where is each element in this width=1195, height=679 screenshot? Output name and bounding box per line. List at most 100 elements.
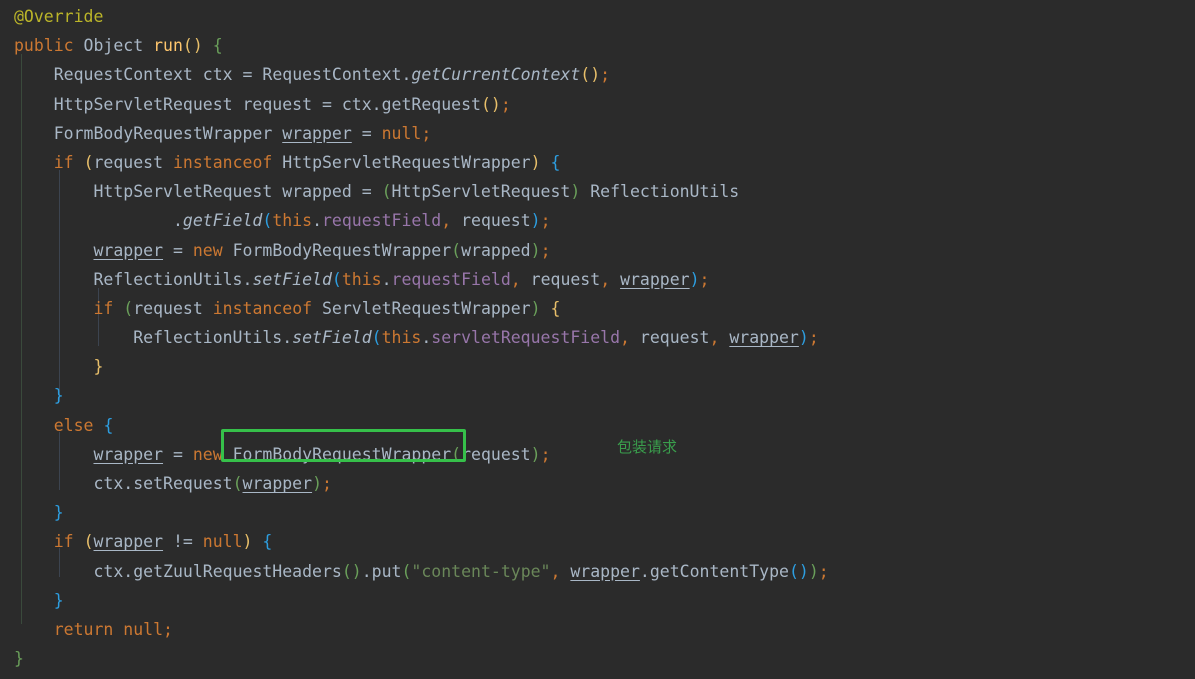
code-editor-view[interactable]: @Override public Object run() { RequestC… [0, 0, 1195, 679]
token-comma-3: , [600, 269, 611, 289]
code-line-10[interactable]: ReflectionUtils.setField(this.requestFie… [0, 265, 1195, 294]
code-line-4[interactable]: HttpServletRequest request = ctx.getRequ… [0, 90, 1195, 119]
code-line-17[interactable]: ctx.setRequest(wrapper); [0, 469, 1195, 498]
token-keyword-this-3: this [381, 328, 422, 348]
code-line-8[interactable]: .getField(this.requestField, request); [0, 206, 1195, 235]
code-line-13[interactable]: } [0, 352, 1195, 381]
token-var-request-7: request [461, 444, 531, 464]
token-paren-open: ( [83, 152, 94, 172]
token-method-getcontenttype: getContentType [649, 561, 789, 581]
token-comma-2: , [510, 269, 521, 289]
code-line-22[interactable]: return null; [0, 615, 1195, 644]
token-brace-close-2: } [53, 386, 64, 406]
token-class-formbodyrequestwrapper-3: FormBodyRequestWrapper [232, 444, 452, 464]
token-brace-close-5: } [14, 649, 24, 669]
token-class-httpservletrequest: HttpServletRequest [53, 94, 233, 114]
code-line-7[interactable]: HttpServletRequest wrapped = (HttpServle… [0, 177, 1195, 206]
token-field-requestfield: requestField [322, 211, 442, 231]
token-var-request-3: request [461, 211, 531, 231]
token-semicolon-3: ; [421, 123, 432, 143]
code-line-12[interactable]: ReflectionUtils.setField(this.servletReq… [0, 323, 1195, 352]
token-var-request: request [242, 94, 313, 114]
token-cast-paren-open: ( [381, 182, 392, 202]
token-keyword-null-2: null [202, 532, 243, 552]
token-var-ctx-3: ctx [93, 474, 124, 493]
token-var-wrapper-8: wrapper [570, 561, 640, 581]
token-brace-open-5: { [262, 532, 273, 552]
token-class-reflectionutils-3: ReflectionUtils [133, 328, 283, 348]
token-var-request-6: request [639, 328, 710, 348]
token-method-setfield: setField [252, 269, 332, 289]
token-paren-9-open: ( [451, 444, 462, 464]
token-paren-8-close: ) [798, 328, 809, 348]
token-var-request-4: request [530, 269, 601, 289]
token-paren-6-open: ( [331, 269, 342, 289]
token-keyword-return: return [53, 619, 114, 639]
token-semicolon-4: ; [540, 211, 551, 231]
token-paren-11-open: ( [83, 532, 94, 552]
code-line-21[interactable]: } [0, 586, 1195, 615]
code-line-9[interactable]: wrapper = new FormBodyRequestWrapper(wra… [0, 236, 1195, 265]
token-comma-6: , [550, 561, 561, 581]
code-lines-container[interactable]: @Override public Object run() { RequestC… [0, 0, 1195, 679]
token-paren-2: () [580, 65, 601, 85]
token-space-3 [203, 36, 213, 55]
token-field-requestfield-2: requestField [391, 269, 511, 289]
token-paren-8-open: ( [371, 328, 382, 348]
token-paren-4-close: ) [530, 211, 541, 231]
token-keyword-this-2: this [341, 269, 382, 289]
token-brace-close-4: } [53, 590, 64, 610]
code-line-2[interactable]: public Object run() { [0, 31, 1195, 60]
token-paren-14: () [788, 561, 809, 581]
token-semicolon-8: ; [540, 444, 551, 464]
token-semicolon-11: ; [163, 619, 173, 639]
code-line-18[interactable]: } [0, 498, 1195, 527]
token-keyword-if-2: if [93, 298, 114, 318]
token-keyword-instanceof-2: instanceof [212, 298, 313, 318]
token-semicolon-5: ; [540, 240, 551, 260]
token-class-reflectionutils: ReflectionUtils [590, 182, 740, 202]
token-var-wrapper-4: wrapper [729, 328, 799, 348]
code-line-19[interactable]: if (wrapper != null) { [0, 527, 1195, 556]
token-paren-9-close: ) [530, 444, 541, 464]
token-paren-3: () [480, 94, 501, 114]
token-paren-11-close: ) [242, 532, 253, 552]
token-var-wrapper-6: wrapper [242, 474, 313, 493]
token-method-getrequest: getRequest [381, 94, 481, 114]
code-line-23[interactable]: } [0, 644, 1195, 673]
code-line-15[interactable]: else { [0, 411, 1195, 440]
code-line-11[interactable]: if (request instanceof ServletRequestWra… [0, 294, 1195, 323]
code-line-3[interactable]: RequestContext ctx = RequestContext.getC… [0, 60, 1195, 89]
token-paren-5-open: ( [451, 240, 462, 260]
code-line-1[interactable]: @Override [0, 2, 1195, 31]
token-var-wrapper-2: wrapper [93, 240, 164, 260]
token-class-httpservletrequest-3: HttpServletRequest [391, 182, 571, 202]
code-line-16[interactable]: wrapper = new FormBodyRequestWrapper(req… [0, 440, 1195, 469]
token-type-object: Object [83, 36, 144, 56]
token-comma: , [441, 211, 452, 231]
token-method-run: run [153, 36, 183, 56]
token-semicolon-7: ; [808, 328, 819, 348]
code-line-6[interactable]: if (request instanceof HttpServletReques… [0, 148, 1195, 177]
code-line-14[interactable]: } [0, 381, 1195, 410]
token-paren-12: () [341, 561, 362, 581]
token-paren-13-open: ( [401, 561, 412, 581]
token-method-getzuulrequestheaders: getZuulRequestHeaders [133, 561, 342, 581]
token-string-content-type: "content-type" [411, 561, 551, 581]
token-paren-13-close: ) [808, 561, 819, 581]
code-line-5[interactable]: FormBodyRequestWrapper wrapper = null; [0, 119, 1195, 148]
token-comma-5: , [709, 328, 720, 348]
token-class-requestcontext-2: RequestContext [262, 65, 402, 85]
token-field-servletrequestfield: servletRequestField [431, 328, 621, 348]
token-paren-7-open: ( [123, 298, 134, 318]
token-var-wrapped-2: wrapped [461, 240, 531, 260]
token-paren-close: ) [530, 152, 541, 172]
token-var-wrapper-7: wrapper [93, 532, 164, 552]
token-method-setrequest: setRequest [133, 474, 233, 493]
code-line-20[interactable]: ctx.getZuulRequestHeaders().put("content… [0, 557, 1195, 586]
token-keyword-else: else [53, 415, 94, 435]
token-keyword-this: this [272, 211, 313, 231]
token-keyword-if: if [53, 152, 74, 172]
token-semicolon-2: ; [500, 94, 511, 114]
